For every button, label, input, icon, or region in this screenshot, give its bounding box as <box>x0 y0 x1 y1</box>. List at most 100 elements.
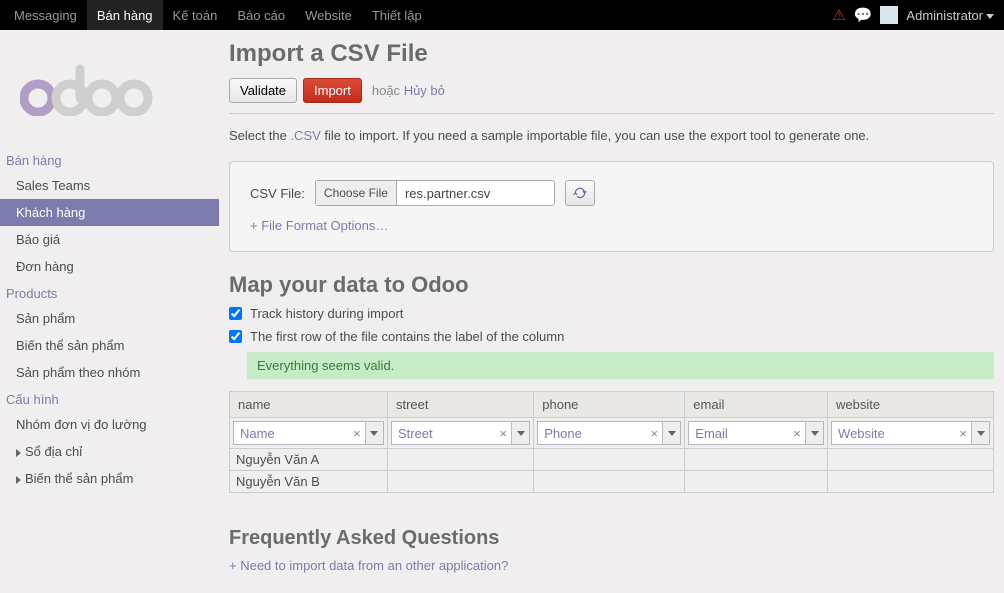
chevron-down-icon <box>986 14 994 19</box>
sidebar-item-label: Biến thể sản phẩm <box>25 471 133 486</box>
expand-icon <box>16 476 21 484</box>
sidebar-item-sales-teams[interactable]: Sales Teams <box>0 172 219 199</box>
column-header: street <box>387 392 533 418</box>
admin-menu[interactable]: Administrator <box>906 8 994 23</box>
field-select[interactable]: Street× <box>391 421 530 445</box>
warning-icon[interactable]: ⚠ <box>832 6 845 24</box>
main-content: Import a CSV File Validate Import hoặc H… <box>219 30 1004 593</box>
chevron-down-icon <box>977 431 985 436</box>
sidebar-item-nhóm-đơn-vị-đo-lường[interactable]: Nhóm đơn vị đo lường <box>0 411 219 438</box>
sidebar-item-label: Sản phẩm theo nhóm <box>16 365 140 380</box>
field-select[interactable]: Website× <box>831 421 990 445</box>
nav-item-thiết-lập[interactable]: Thiết lập <box>362 0 432 30</box>
table-cell <box>828 471 994 493</box>
first-row-checkbox[interactable] <box>229 330 242 343</box>
validate-button[interactable]: Validate <box>229 78 297 103</box>
sidebar: Bán hàng Sales Teams Khách hàng Báo giá Đơn … <box>0 30 219 593</box>
sidebar-item-sản-phẩm-theo-nhóm[interactable]: Sản phẩm theo nhóm <box>0 359 219 386</box>
validation-banner: Everything seems valid. <box>247 352 994 379</box>
track-history-checkbox[interactable] <box>229 307 242 320</box>
field-select[interactable]: Email× <box>688 421 824 445</box>
dropdown-arrow[interactable] <box>365 422 383 444</box>
clear-icon[interactable]: × <box>955 422 971 444</box>
action-buttons: Validate Import hoặc Hủy bỏ <box>229 78 994 103</box>
or-cancel: hoặc Hủy bỏ <box>372 83 445 98</box>
expand-icon <box>16 449 21 457</box>
import-button[interactable]: Import <box>303 78 362 103</box>
csv-file-label: CSV File: <box>250 186 305 201</box>
sidebar-item-label: Đơn hàng <box>16 259 74 274</box>
page-title: Import a CSV File <box>229 40 994 68</box>
sidebar-item-label: Báo giá <box>16 232 60 247</box>
sidebar-item-label: Khách hàng <box>16 205 85 220</box>
avatar[interactable] <box>880 6 898 24</box>
track-history-label: Track history during import <box>250 306 403 321</box>
top-navbar: MessagingBán hàngKế toánBáo cáoWebsiteTh… <box>0 0 1004 30</box>
chat-icon[interactable]: 💬 <box>854 6 873 24</box>
field-select-value: Name <box>234 422 349 444</box>
dropdown-arrow[interactable] <box>511 422 529 444</box>
field-select-value: Website <box>832 422 955 444</box>
table-cell <box>534 449 685 471</box>
logo <box>0 30 219 147</box>
reload-button[interactable] <box>565 180 595 206</box>
map-heading: Map your data to Odoo <box>229 272 994 298</box>
clear-icon[interactable]: × <box>349 422 365 444</box>
dropdown-arrow[interactable] <box>662 422 680 444</box>
dropdown-arrow[interactable] <box>971 422 989 444</box>
chevron-down-icon <box>370 431 378 436</box>
field-select[interactable]: Phone× <box>537 421 681 445</box>
clear-icon[interactable]: × <box>646 422 662 444</box>
chevron-down-icon <box>517 431 525 436</box>
table-row: Nguyễn Văn B <box>230 471 994 493</box>
file-format-options-link[interactable]: + File Format Options… <box>250 218 388 233</box>
instruction-text: Select the .CSV file to import. If you n… <box>229 128 994 143</box>
table-cell: Nguyễn Văn A <box>230 449 388 471</box>
column-header: email <box>685 392 828 418</box>
sidebar-item-biến-thể-sản-phẩm[interactable]: Biến thể sản phẩm <box>0 332 219 359</box>
table-cell: Nguyễn Văn B <box>230 471 388 493</box>
sidebar-item-label: Biến thể sản phẩm <box>16 338 124 353</box>
sidebar-item-label: Sổ địa chỉ <box>25 444 82 459</box>
nav-right: ⚠ 💬 Administrator <box>832 6 1000 24</box>
table-cell <box>534 471 685 493</box>
sidebar-section: Cấu hình <box>0 386 219 411</box>
sidebar-item-đơn-hàng[interactable]: Đơn hàng <box>0 253 219 280</box>
file-input[interactable]: Choose File res.partner.csv <box>315 180 555 206</box>
dropdown-arrow[interactable] <box>805 422 823 444</box>
sidebar-item-sản-phẩm[interactable]: Sản phẩm <box>0 305 219 332</box>
choose-file-button[interactable]: Choose File <box>316 181 397 205</box>
cancel-link[interactable]: Hủy bỏ <box>404 83 445 98</box>
sidebar-item-sổ-địa-chỉ[interactable]: Sổ địa chỉ <box>0 438 219 465</box>
nav-item-messaging[interactable]: Messaging <box>4 0 87 30</box>
clear-icon[interactable]: × <box>789 422 805 444</box>
sidebar-item-label: Nhóm đơn vị đo lường <box>16 417 147 432</box>
sidebar-section: Bán hàng <box>0 147 219 172</box>
table-cell <box>685 471 828 493</box>
table-cell <box>828 449 994 471</box>
mapping-table: namestreetphoneemailwebsite Name×Street×… <box>229 391 994 493</box>
field-select-value: Email <box>689 422 789 444</box>
nav-item-bán-hàng[interactable]: Bán hàng <box>87 0 163 30</box>
field-select[interactable]: Name× <box>233 421 384 445</box>
table-cell <box>387 471 533 493</box>
sidebar-item-label: Sản phẩm <box>16 311 75 326</box>
nav-item-website[interactable]: Website <box>295 0 362 30</box>
sidebar-item-label: Sales Teams <box>16 178 90 193</box>
field-select-value: Phone <box>538 422 646 444</box>
nav-menu: MessagingBán hàngKế toánBáo cáoWebsiteTh… <box>4 0 432 30</box>
field-mapping-row: Name×Street×Phone×Email×Website× <box>230 418 994 449</box>
divider <box>229 113 994 114</box>
refresh-icon <box>573 186 587 200</box>
clear-icon[interactable]: × <box>495 422 511 444</box>
faq-link[interactable]: + Need to import data from an other appl… <box>229 558 508 573</box>
sidebar-item-báo-giá[interactable]: Báo giá <box>0 226 219 253</box>
sidebar-item-khách-hàng[interactable]: Khách hàng <box>0 199 219 226</box>
nav-item-kế-toán[interactable]: Kế toán <box>163 0 228 30</box>
chevron-down-icon <box>668 431 676 436</box>
selected-filename: res.partner.csv <box>397 186 498 201</box>
nav-item-báo-cáo[interactable]: Báo cáo <box>227 0 295 30</box>
sidebar-item-biến-thể-sản-phẩm[interactable]: Biến thể sản phẩm <box>0 465 219 492</box>
table-cell <box>685 449 828 471</box>
chevron-down-icon <box>811 431 819 436</box>
